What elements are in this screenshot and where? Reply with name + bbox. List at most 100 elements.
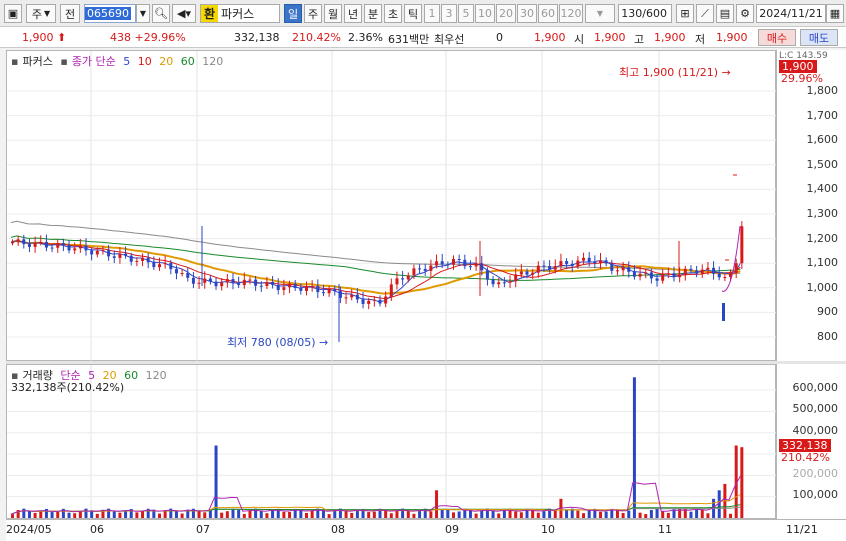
- candle-body: [435, 261, 439, 266]
- x-tick-last: 11/21: [786, 523, 818, 536]
- data-count-input[interactable]: 130/600: [618, 4, 672, 23]
- period-day[interactable]: 일: [284, 4, 302, 23]
- candle-body: [158, 264, 161, 268]
- legend-vma-60: 60: [124, 369, 139, 382]
- chart-tools-icon[interactable]: ⊞: [676, 4, 694, 23]
- candle-body: [457, 259, 461, 261]
- candle-body: [101, 250, 105, 252]
- candle-body: [214, 281, 218, 287]
- volume-bar: [33, 512, 37, 518]
- candle-body: [180, 273, 184, 275]
- candle-body: [491, 279, 495, 285]
- code-dropdown-button[interactable]: ▼: [136, 4, 150, 23]
- volume-bar: [350, 512, 354, 518]
- candle-body: [508, 281, 512, 283]
- buy-button[interactable]: 매수: [758, 29, 796, 46]
- stock-name-box[interactable]: 환 파커스: [200, 4, 280, 23]
- minute-option[interactable]: 5: [458, 4, 474, 23]
- volume-bar: [655, 508, 659, 518]
- minute-option[interactable]: 10: [475, 4, 495, 23]
- minute-option[interactable]: 120: [559, 4, 583, 23]
- volume-bar: [632, 377, 636, 518]
- candle-body: [497, 282, 501, 285]
- candle-body: [129, 255, 133, 262]
- drawing-icon[interactable]: ⟋: [696, 4, 714, 23]
- price-axis[interactable]: L:C 143.59 1,900 29.96% 1,800 1,700 1,60…: [776, 50, 846, 361]
- best-ask-value: 1,900: [534, 31, 566, 44]
- period-tick[interactable]: 틱: [404, 4, 422, 23]
- candle-body: [254, 279, 258, 286]
- period-month[interactable]: 월: [324, 4, 342, 23]
- chart-window: { "toolbar": { "type_label": "주", "all_l…: [0, 0, 846, 541]
- candle-body: [293, 283, 297, 288]
- date-input[interactable]: 2024/11/21: [756, 4, 826, 23]
- candle-body: [525, 271, 529, 275]
- save-icon[interactable]: ▤: [716, 4, 734, 23]
- minute-option[interactable]: 1: [424, 4, 440, 23]
- volume-bar: [124, 510, 128, 518]
- candle-body: [452, 259, 455, 265]
- quote-bar: 1,900 ⬆ 438 +29.96% 332,138 210.42% 2.36…: [0, 27, 846, 48]
- search-icon[interactable]: 🔍︎: [152, 4, 170, 23]
- speaker-icon[interactable]: ◀▾: [172, 4, 196, 23]
- type-select[interactable]: 주 ▼: [26, 4, 56, 23]
- volume-bar: [237, 509, 241, 518]
- volume-chart-pane[interactable]: ▪ 거래량 단순 5 20 60 120 332,138주(210.42%): [6, 364, 777, 520]
- candle-body: [689, 268, 693, 271]
- price-tick: 1,300: [806, 207, 839, 220]
- candle-body: [78, 245, 82, 249]
- candle-body: [299, 287, 303, 291]
- candle-body: [84, 245, 88, 251]
- candle-body: [350, 294, 354, 298]
- minute-option[interactable]: 60: [538, 4, 558, 23]
- price-tick: 1,200: [806, 232, 839, 245]
- candle-body: [610, 263, 614, 271]
- minute-option[interactable]: 3: [441, 4, 457, 23]
- panel-icon[interactable]: ▣: [4, 4, 22, 23]
- candle-body: [73, 248, 77, 251]
- candle-body: [124, 253, 128, 256]
- volume-bar: [95, 513, 99, 518]
- volume-axis[interactable]: 600,000 500,000 400,000 332,138 210.42% …: [776, 364, 846, 519]
- volume-bar: [491, 510, 495, 518]
- volume-tick: 100,000: [792, 488, 839, 501]
- period-second[interactable]: 초: [384, 4, 402, 23]
- current-price: 1,900 ⬆: [22, 31, 66, 44]
- volume-bar: [706, 513, 710, 518]
- legend-box-icon: ▪: [60, 55, 68, 68]
- candle-body: [61, 243, 65, 246]
- custom-period-select[interactable]: ▼: [585, 4, 615, 23]
- gear-icon[interactable]: ⚙: [736, 4, 754, 23]
- sell-button[interactable]: 매도: [800, 29, 838, 46]
- period-year[interactable]: 년: [344, 4, 362, 23]
- period-week[interactable]: 주: [304, 4, 322, 23]
- x-tick: 10: [541, 523, 555, 536]
- legend-ma-5: 5: [123, 55, 131, 68]
- candle-body: [485, 270, 489, 280]
- price-tick: 1,800: [806, 84, 839, 97]
- volume-bar: [661, 511, 665, 518]
- x-tick: 2024/05: [6, 523, 52, 536]
- minute-option[interactable]: 30: [517, 4, 537, 23]
- volume-bar: [644, 514, 648, 518]
- period-minute[interactable]: 분: [364, 4, 382, 23]
- low-label: 저: [695, 33, 706, 46]
- candle-body: [615, 270, 619, 272]
- volume-tick: 600,000: [792, 381, 839, 394]
- volume-bar: [174, 510, 178, 518]
- candle-body: [401, 278, 405, 280]
- candle-body: [327, 288, 331, 294]
- candle-body: [536, 265, 540, 273]
- volume-bar: [440, 509, 444, 518]
- legend-ma-type: 종가 단순: [71, 55, 116, 68]
- x-axis[interactable]: 2024/05 06 07 08 09 10 11 11/21: [6, 519, 846, 541]
- high-annotation: 최고 1,900 (11/21) →: [619, 64, 731, 80]
- stock-code-input[interactable]: 065690: [84, 4, 136, 23]
- minute-option[interactable]: 20: [496, 4, 516, 23]
- all-button[interactable]: 전: [60, 4, 80, 23]
- candle-body: [248, 279, 252, 281]
- candle-body: [141, 257, 145, 261]
- volume-bar: [367, 512, 371, 518]
- price-chart-pane[interactable]: ▪ 파커스 ▪ 종가 단순 5 10 20 60 120 최고 1,900 (11/…: [6, 50, 777, 362]
- calendar-icon[interactable]: ▦: [826, 4, 844, 23]
